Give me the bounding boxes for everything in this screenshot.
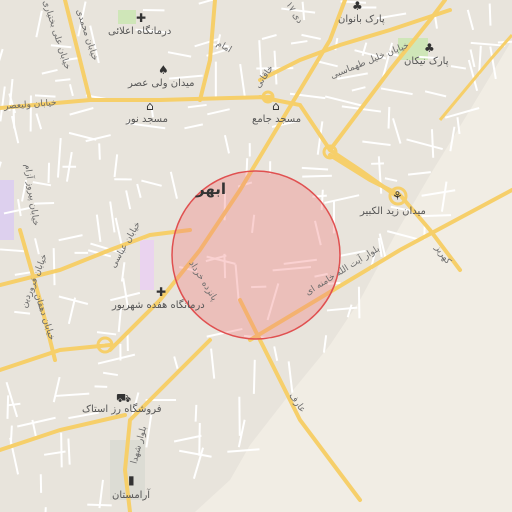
green-area — [118, 10, 136, 24]
map-view[interactable]: ✚ ♣ ♣ ♠ ⌂ ⌂ ⚘ ✚ ⛟ ▮ درمانگاه اعلائی پارک… — [0, 0, 512, 512]
minor-street — [12, 108, 16, 129]
monument-icon[interactable]: ⚘ — [392, 190, 403, 202]
purple-area — [140, 240, 154, 290]
poi-label-sq-zeid[interactable]: میدان زید الکبیر — [360, 206, 426, 217]
minor-street — [194, 404, 198, 422]
mosque-icon[interactable]: ⌂ — [146, 100, 154, 112]
minor-street — [421, 189, 456, 197]
poi-label-sq-valiasr[interactable]: میدان ولی عصر — [128, 78, 194, 89]
minor-street — [421, 214, 452, 218]
medical-cross-icon[interactable]: ✚ — [156, 286, 166, 298]
poi-label-clinic-aalaei[interactable]: درمانگاه اعلائی — [108, 26, 171, 37]
poi-label-park-nikan[interactable]: پارک نیکان — [404, 56, 449, 67]
purple-area — [0, 180, 14, 240]
minor-street — [94, 385, 108, 388]
monument-icon[interactable]: ♠ — [158, 64, 169, 76]
minor-street — [302, 174, 332, 178]
mosque-icon[interactable]: ⌂ — [272, 100, 280, 112]
minor-street — [34, 94, 56, 98]
minor-street — [430, 129, 435, 158]
tree-icon[interactable]: ♣ — [424, 42, 435, 54]
minor-street — [60, 432, 63, 468]
minor-street — [440, 181, 448, 212]
minor-street — [98, 143, 101, 160]
minor-street — [198, 422, 201, 456]
minor-street — [67, 438, 71, 465]
city-label[interactable]: ابهر — [196, 180, 226, 198]
map-canvas[interactable] — [0, 0, 512, 512]
medical-cross-icon[interactable]: ✚ — [136, 12, 146, 24]
poi-label-cemetery[interactable]: آرامستان — [112, 490, 150, 501]
poi-label-mosque-jame[interactable]: مسجد جامع — [252, 114, 301, 125]
minor-street — [387, 106, 391, 129]
minor-street — [52, 248, 56, 286]
cemetery-icon[interactable]: ▮ — [128, 474, 135, 486]
shopping-cart-icon[interactable]: ⛟ — [116, 392, 131, 404]
poi-label-park-banvan[interactable]: پارک بانوان — [338, 14, 385, 25]
tree-icon[interactable]: ♣ — [352, 0, 363, 12]
poi-label-mosque-noor[interactable]: مسجد نور — [126, 114, 168, 125]
poi-label-store-razestak[interactable]: فروشگاه رز استاک — [82, 404, 162, 415]
minor-street — [9, 425, 13, 447]
minor-street — [6, 395, 10, 419]
poi-label-clinic-17[interactable]: درمانگاه هفده شهریور — [112, 300, 205, 311]
minor-street — [488, 3, 492, 26]
minor-street — [47, 162, 51, 183]
minor-street — [252, 359, 256, 394]
